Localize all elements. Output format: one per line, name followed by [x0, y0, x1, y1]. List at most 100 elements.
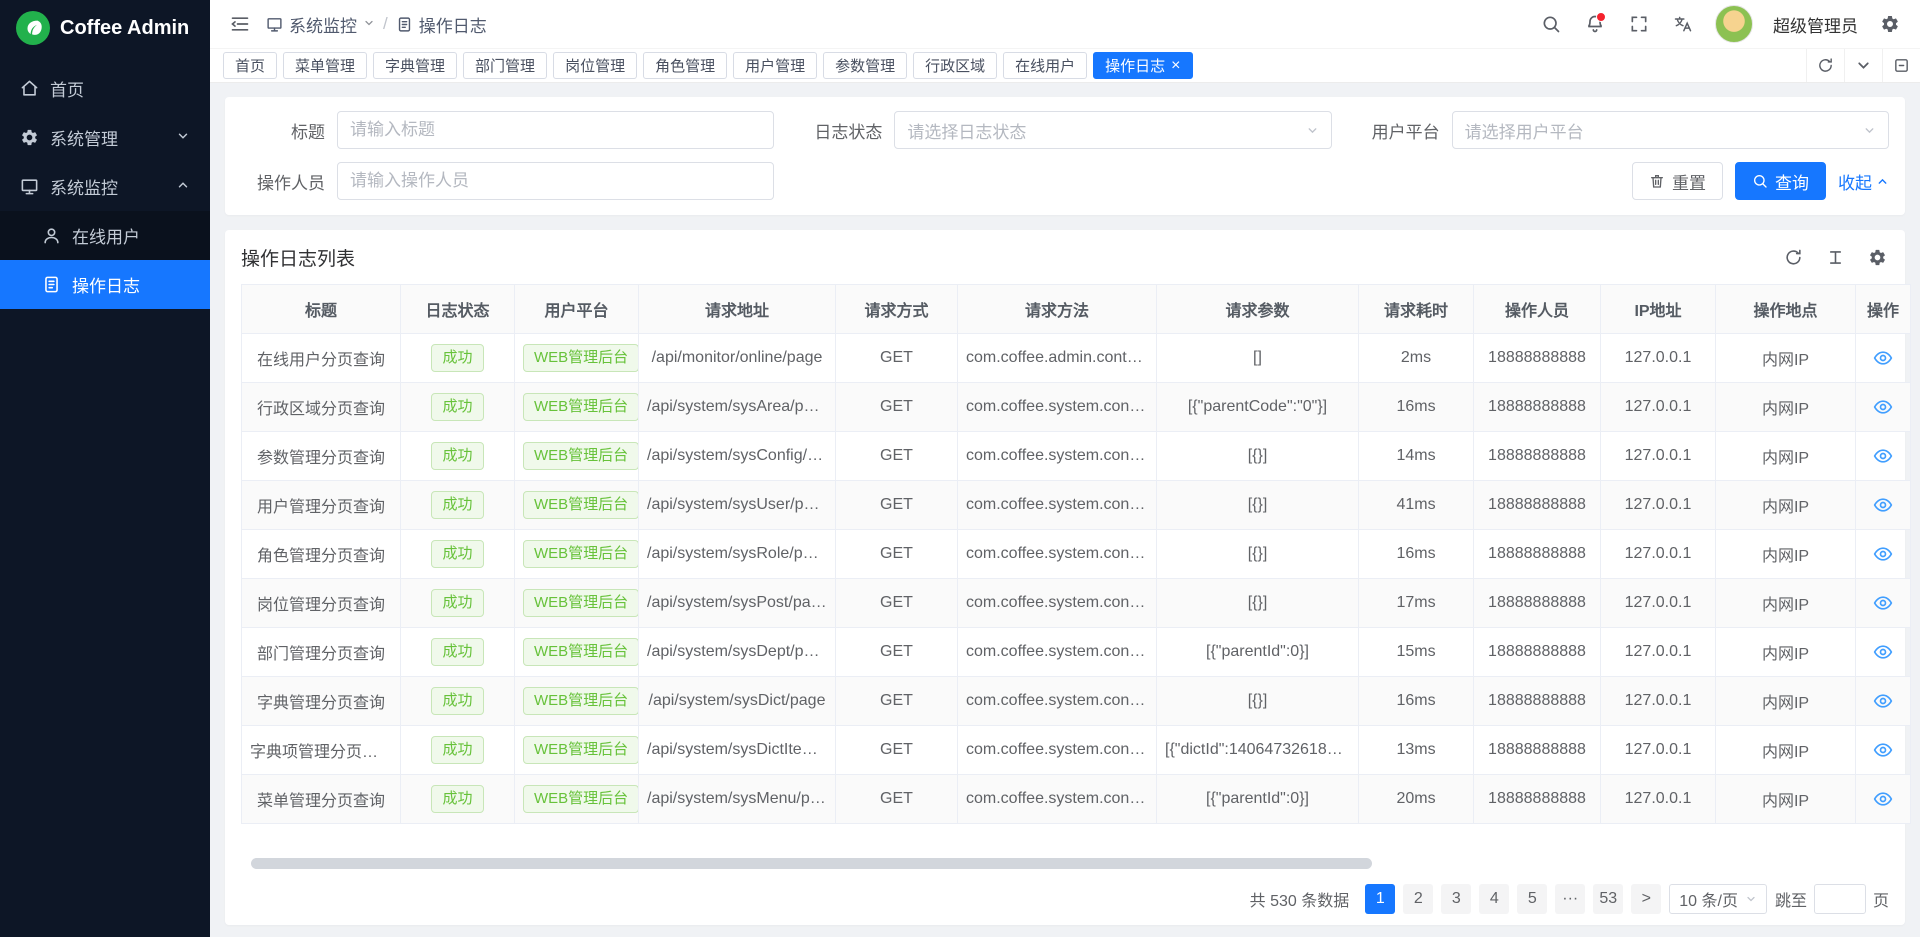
refresh-table-icon[interactable]	[1781, 245, 1805, 269]
page-button-5[interactable]: 5	[1517, 884, 1547, 914]
tab-部门管理[interactable]: 部门管理	[463, 52, 547, 79]
cell-ip: 127.0.0.1	[1601, 334, 1716, 383]
page-buttons: 12345 ··· 53 >	[1365, 884, 1661, 914]
page-button-4[interactable]: 4	[1479, 884, 1509, 914]
page-button-2[interactable]: 2	[1403, 884, 1433, 914]
view-detail-eye-icon[interactable]	[1873, 348, 1893, 368]
filter-actions: 重置 查询 收起	[798, 162, 1889, 200]
tab-close-icon[interactable]: ×	[1171, 58, 1180, 74]
tab-在线用户[interactable]: 在线用户	[1003, 52, 1087, 79]
cell-duration: 16ms	[1359, 530, 1474, 579]
cell-duration: 2ms	[1359, 334, 1474, 383]
monitor-icon	[266, 16, 283, 33]
user-avatar[interactable]	[1715, 5, 1753, 43]
cell-params: [{"dictId":140647326180950...	[1157, 726, 1359, 775]
platform-tag: WEB管理后台	[523, 589, 639, 617]
breadcrumb-label: 系统监控	[289, 12, 357, 37]
page-button-3[interactable]: 3	[1441, 884, 1471, 914]
search-button[interactable]: 查询	[1735, 162, 1826, 200]
view-detail-eye-icon[interactable]	[1873, 691, 1893, 711]
fullscreen-icon[interactable]	[1627, 12, 1651, 36]
gear-icon	[20, 128, 39, 147]
tab-操作日志[interactable]: 操作日志×	[1093, 52, 1192, 79]
title-input[interactable]	[337, 111, 774, 149]
sidebar-item-online-users[interactable]: 在线用户	[0, 211, 210, 260]
column-header: 日志状态	[401, 285, 515, 334]
tab-岗位管理[interactable]: 岗位管理	[553, 52, 637, 79]
page-button-1[interactable]: 1	[1365, 884, 1395, 914]
view-detail-eye-icon[interactable]	[1873, 789, 1893, 809]
search-icon[interactable]	[1539, 12, 1563, 36]
breadcrumb: 系统监控 / 操作日志	[266, 12, 487, 37]
column-header: 标题	[242, 285, 401, 334]
view-detail-eye-icon[interactable]	[1873, 495, 1893, 515]
cell-location: 内网IP	[1716, 726, 1856, 775]
cell-params: [{"parentId":0}]	[1157, 628, 1359, 677]
sidebar-item-operation-log[interactable]: 操作日志	[0, 260, 210, 309]
page-more-button[interactable]: ···	[1555, 884, 1585, 914]
collapse-filter-link[interactable]: 收起	[1838, 169, 1889, 194]
chevron-down-icon	[1306, 124, 1319, 137]
cell-location: 内网IP	[1716, 775, 1856, 824]
status-tag: 成功	[431, 540, 483, 568]
sidebar-item-system-management[interactable]: 系统管理	[0, 113, 210, 162]
next-page-button[interactable]: >	[1631, 884, 1661, 914]
settings-gear-icon[interactable]	[1878, 12, 1902, 36]
scrollbar-thumb[interactable]	[251, 858, 1372, 869]
column-header: 用户平台	[515, 285, 639, 334]
search-icon	[1752, 173, 1768, 189]
cell-status: 成功	[401, 383, 515, 432]
tab-角色管理[interactable]: 角色管理	[643, 52, 727, 79]
view-detail-eye-icon[interactable]	[1873, 740, 1893, 760]
table-row: 菜单管理分页查询成功WEB管理后台/api/system/sysMenu/pag…	[242, 775, 1911, 824]
operator-input[interactable]	[337, 162, 774, 200]
cell-operator: 18888888888	[1474, 481, 1601, 530]
trash-icon	[1649, 173, 1665, 189]
column-header: 请求地址	[639, 285, 836, 334]
tab-首页[interactable]: 首页	[223, 52, 277, 79]
cell-operator: 18888888888	[1474, 628, 1601, 677]
platform-tag: WEB管理后台	[523, 491, 639, 519]
page-jump: 跳至 页	[1775, 884, 1889, 914]
tab-options-chevron-icon[interactable]	[1844, 49, 1882, 82]
cell-url: /api/monitor/online/page	[639, 334, 836, 383]
status-select[interactable]: 请选择日志状态	[894, 111, 1331, 149]
sidebar-item-system-monitor[interactable]: 系统监控	[0, 162, 210, 211]
filter-field-title: 标题	[241, 111, 774, 149]
page-button-53[interactable]: 53	[1593, 884, 1623, 914]
row-density-icon[interactable]	[1823, 245, 1847, 269]
collapse-sidebar-icon[interactable]	[228, 12, 252, 36]
view-detail-eye-icon[interactable]	[1873, 544, 1893, 564]
main-area: 系统监控 / 操作日志	[210, 0, 1920, 937]
cell-operator: 18888888888	[1474, 383, 1601, 432]
sidebar-item-home[interactable]: 首页	[0, 64, 210, 113]
content-fullscreen-icon[interactable]	[1882, 49, 1920, 82]
reset-button[interactable]: 重置	[1632, 162, 1723, 200]
column-settings-gear-icon[interactable]	[1865, 245, 1889, 269]
tab-字典管理[interactable]: 字典管理	[373, 52, 457, 79]
view-detail-eye-icon[interactable]	[1873, 642, 1893, 662]
username-label[interactable]: 超级管理员	[1773, 12, 1858, 37]
notification-bell-icon[interactable]	[1583, 12, 1607, 36]
jump-page-input[interactable]	[1814, 884, 1866, 914]
cell-duration: 17ms	[1359, 579, 1474, 628]
cell-url: /api/system/sysConfig/page	[639, 432, 836, 481]
cell-platform: WEB管理后台	[515, 579, 639, 628]
filter-field-operator: 操作人员	[241, 162, 774, 200]
platform-select[interactable]: 请选择用户平台	[1452, 111, 1889, 149]
tab-参数管理[interactable]: 参数管理	[823, 52, 907, 79]
view-detail-eye-icon[interactable]	[1873, 397, 1893, 417]
tab-菜单管理[interactable]: 菜单管理	[283, 52, 367, 79]
jump-label: 跳至	[1775, 887, 1807, 911]
chevron-down-icon	[363, 14, 375, 34]
tab-用户管理[interactable]: 用户管理	[733, 52, 817, 79]
view-detail-eye-icon[interactable]	[1873, 593, 1893, 613]
page-size-select[interactable]: 10 条/页	[1669, 884, 1767, 914]
monitor-icon	[20, 177, 39, 196]
tab-行政区域[interactable]: 行政区域	[913, 52, 997, 79]
refresh-tab-icon[interactable]	[1806, 49, 1844, 82]
breadcrumb-item-system-monitor[interactable]: 系统监控	[266, 12, 375, 37]
home-icon	[20, 79, 39, 98]
translate-icon[interactable]	[1671, 12, 1695, 36]
view-detail-eye-icon[interactable]	[1873, 446, 1893, 466]
